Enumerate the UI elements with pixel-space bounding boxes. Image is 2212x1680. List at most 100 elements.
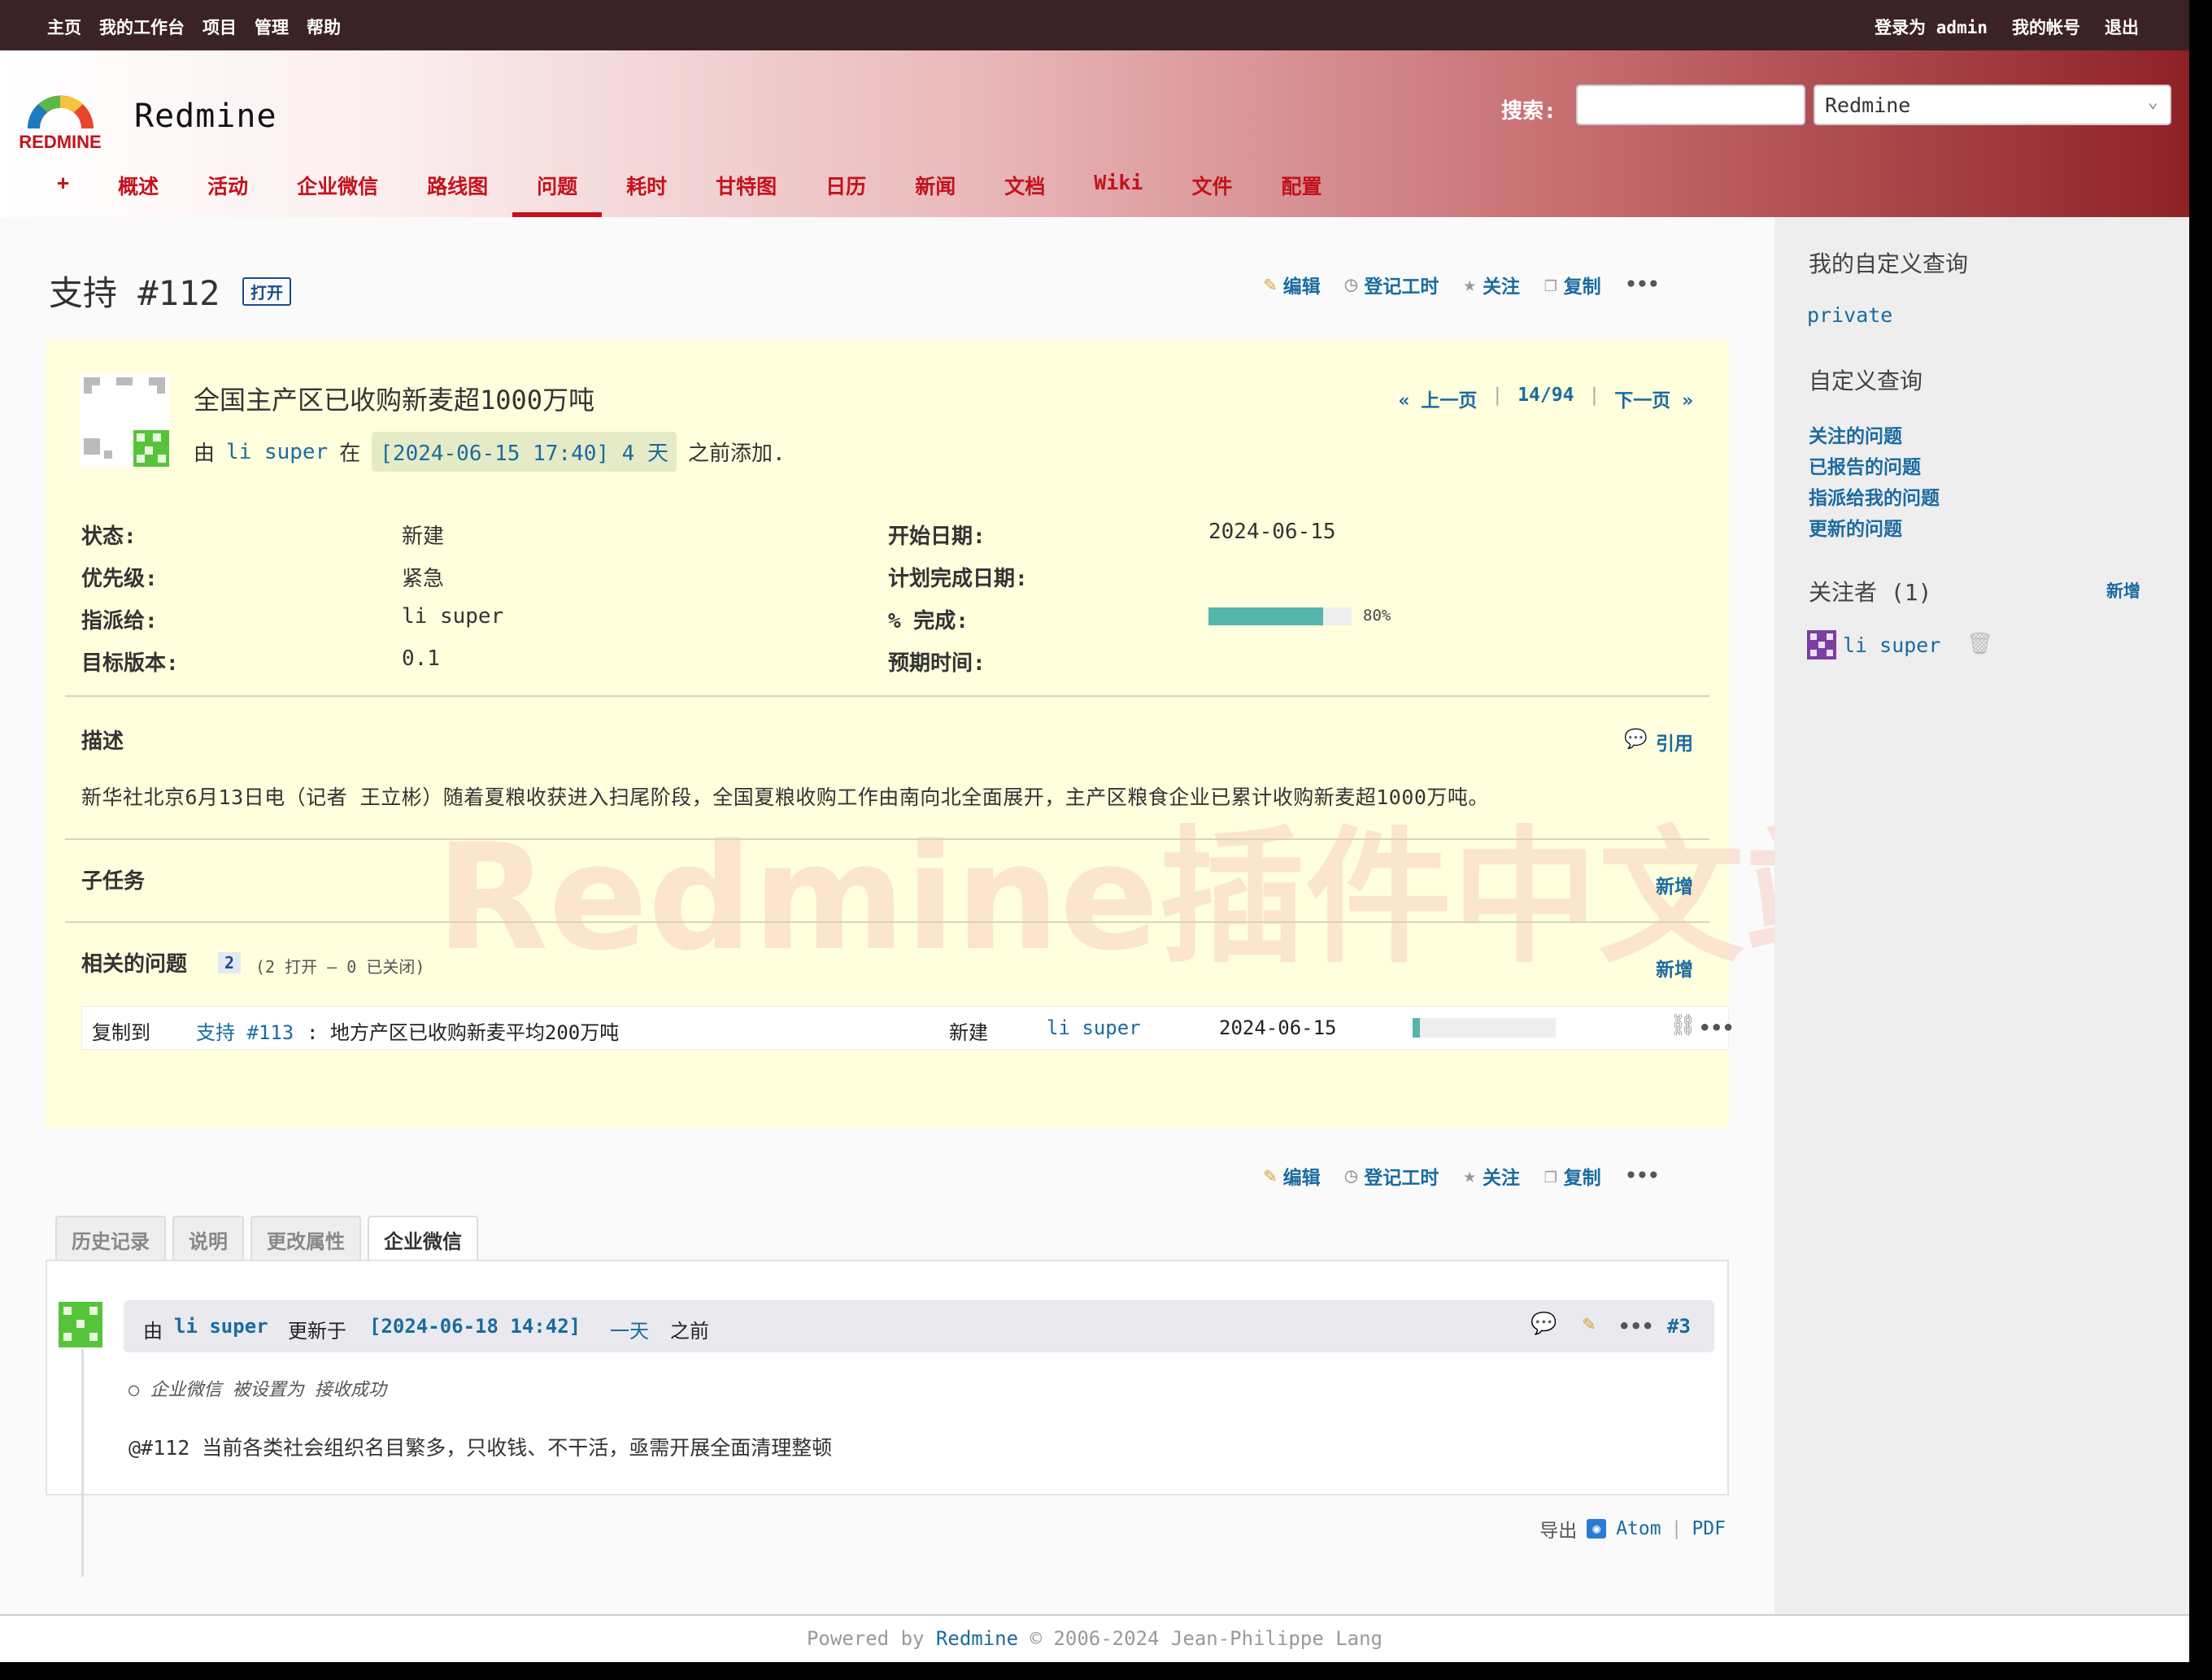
logout-link[interactable]: 退出	[2105, 15, 2139, 39]
tab-settings[interactable]: 配置	[1256, 164, 1346, 211]
tab-activity[interactable]: 活动	[183, 164, 272, 211]
issue-actions-bottom: ✎ 编辑 ◷ 登记工时 ★ 关注 ❐ 复制 •••	[1264, 1162, 1659, 1190]
redmine-logo[interactable]: REDMINE	[18, 81, 103, 159]
journal-time-link[interactable]: [2024-06-18 14:42]	[369, 1315, 581, 1338]
export-pdf-link[interactable]: PDF	[1692, 1518, 1726, 1539]
add-watcher-link[interactable]: 新增	[2106, 578, 2140, 603]
journal-number-link[interactable]: #3	[1667, 1315, 1691, 1338]
journal-more-button[interactable]: •••	[1618, 1315, 1653, 1338]
log-time-button[interactable]: ◷ 登记工时	[1345, 271, 1439, 298]
queries-title: 自定义查询	[1809, 368, 1923, 394]
tab-roadmap[interactable]: 路线图	[403, 164, 512, 211]
my-account-link[interactable]: 我的帐号	[2012, 15, 2080, 39]
tab-time-entries[interactable]: 耗时	[602, 164, 691, 211]
quote-button[interactable]: 💬 引用	[1624, 728, 1693, 755]
copy-icon: ❐	[1544, 272, 1557, 297]
tab-property-changes[interactable]: 更改属性	[250, 1216, 361, 1262]
add-subtask-link[interactable]: 新增	[1656, 871, 1693, 899]
created-timestamp-link[interactable]: [2024-06-15 17:40] 4 天	[372, 432, 677, 472]
tab-news[interactable]: 新闻	[890, 164, 980, 211]
issue-subject: 全国主产区已收购新麦超1000万吨	[194, 385, 595, 416]
footer-redmine-link[interactable]: Redmine	[936, 1627, 1018, 1650]
divider	[65, 838, 1709, 840]
log-time-button[interactable]: ◷ 登记工时	[1345, 1162, 1439, 1190]
journal-detail-text: 企业微信 被设置为 接收成功	[150, 1380, 387, 1400]
journal-ago[interactable]: 一天	[610, 1315, 649, 1343]
start-date-label: 开始日期:	[888, 524, 986, 549]
tab-history-wecom[interactable]: 企业微信	[368, 1216, 478, 1262]
tab-wiki[interactable]: Wiki	[1069, 164, 1167, 211]
journal-notes: @#112 当前各类社会组织名目繁多，只收钱、不干活，亟需开展全面清理整顿	[128, 1436, 833, 1460]
relation-type: 复制到	[92, 1021, 150, 1044]
journal-author-link[interactable]: li super	[174, 1315, 268, 1338]
watcher-link[interactable]: li super	[1843, 633, 1940, 657]
previous-issue-link[interactable]: « 上一页	[1399, 385, 1478, 412]
watch-button[interactable]: ★ 关注	[1463, 271, 1520, 298]
pager-separator: |	[1491, 385, 1504, 406]
search-input[interactable]	[1576, 85, 1805, 125]
logged-in-user[interactable]: admin	[1936, 18, 1988, 37]
top-menu-projects[interactable]: 项目	[202, 15, 237, 39]
status-label: 状态:	[81, 524, 137, 549]
unlink-icon[interactable]: ⛓	[1670, 1013, 1696, 1038]
log-time-label: 登记工时	[1364, 1168, 1439, 1189]
estimated-time-label: 预期时间:	[888, 651, 986, 676]
my-query-private[interactable]: private	[1807, 303, 1892, 327]
search-label: 搜索:	[1501, 99, 1557, 124]
add-relation-link[interactable]: 新增	[1656, 954, 1693, 981]
watch-label: 关注	[1482, 276, 1520, 298]
rss-icon: ◉	[1587, 1519, 1607, 1539]
query-updated-issues[interactable]: 更新的问题	[1809, 513, 1902, 541]
edit-button[interactable]: ✎ 编辑	[1264, 271, 1321, 298]
assignee-link[interactable]: li super	[402, 604, 503, 629]
next-issue-link[interactable]: 下一页 »	[1614, 385, 1693, 412]
done-ratio-text: 80%	[1363, 607, 1391, 625]
tab-documents[interactable]: 文档	[980, 164, 1069, 211]
due-date-label: 计划完成日期:	[888, 567, 1028, 591]
tab-files[interactable]: 文件	[1167, 164, 1256, 211]
export-atom-link[interactable]: Atom	[1616, 1518, 1661, 1539]
related-issue-assignee[interactable]: li super	[1047, 1016, 1141, 1039]
related-issue-progress-fill	[1413, 1018, 1420, 1038]
query-watched-issues[interactable]: 关注的问题	[1809, 420, 1902, 448]
related-issue-subject: : 地方产区已收购新麦平均200万吨	[307, 1021, 620, 1044]
watch-button[interactable]: ★ 关注	[1463, 1162, 1520, 1190]
top-menu-my-page[interactable]: 我的工作台	[99, 15, 185, 39]
query-assigned-to-me[interactable]: 指派给我的问题	[1809, 482, 1940, 510]
issue-position[interactable]: 14/94	[1517, 385, 1574, 412]
target-version-link[interactable]: 0.1	[402, 646, 440, 671]
edit-label: 编辑	[1282, 276, 1321, 298]
tab-notes[interactable]: 说明	[172, 1216, 244, 1262]
watcher-avatar	[1807, 630, 1836, 659]
relation-more-button[interactable]: •••	[1699, 1016, 1734, 1039]
top-menu-help[interactable]: 帮助	[307, 15, 341, 39]
issue-author-line: 由 li super 在 [2024-06-15 17:40] 4 天 之前添加…	[194, 432, 786, 472]
tab-history[interactable]: 历史记录	[55, 1216, 166, 1262]
copy-button[interactable]: ❐ 复制	[1544, 1162, 1601, 1190]
related-issue-link[interactable]: 支持 #113	[196, 1016, 294, 1045]
pencil-icon[interactable]: ✎	[1583, 1312, 1596, 1336]
query-reported-issues[interactable]: 已报告的问题	[1809, 451, 1921, 479]
tab-calendar[interactable]: 日历	[801, 164, 890, 211]
edit-button[interactable]: ✎ 编辑	[1264, 1162, 1321, 1190]
more-actions-button[interactable]: •••	[1626, 271, 1660, 298]
author-prefix: 由	[194, 442, 216, 466]
author-link[interactable]: li super	[226, 440, 328, 464]
tab-wecom[interactable]: 企业微信	[272, 164, 403, 211]
app-title[interactable]: Redmine	[134, 98, 277, 135]
new-object-button[interactable]: +	[33, 164, 94, 211]
tab-gantt[interactable]: 甘特图	[691, 164, 801, 211]
more-actions-button[interactable]: •••	[1626, 1162, 1660, 1190]
tab-issues[interactable]: 问题	[512, 164, 603, 217]
footer-powered: Powered by	[806, 1627, 925, 1650]
top-menu-home[interactable]: 主页	[47, 15, 81, 39]
export-label: 导出	[1539, 1521, 1578, 1542]
quote-icon[interactable]: 💬	[1531, 1312, 1557, 1336]
copy-button[interactable]: ❐ 复制	[1544, 271, 1601, 298]
delete-watcher-icon[interactable]: 🗑	[1966, 632, 1993, 656]
done-ratio-bar	[1208, 607, 1352, 625]
tab-overview[interactable]: 概述	[94, 164, 183, 211]
project-jump-select[interactable]: Redmine ⌄	[1814, 85, 2171, 125]
done-ratio-fill	[1208, 607, 1323, 625]
top-menu-admin[interactable]: 管理	[255, 15, 289, 39]
